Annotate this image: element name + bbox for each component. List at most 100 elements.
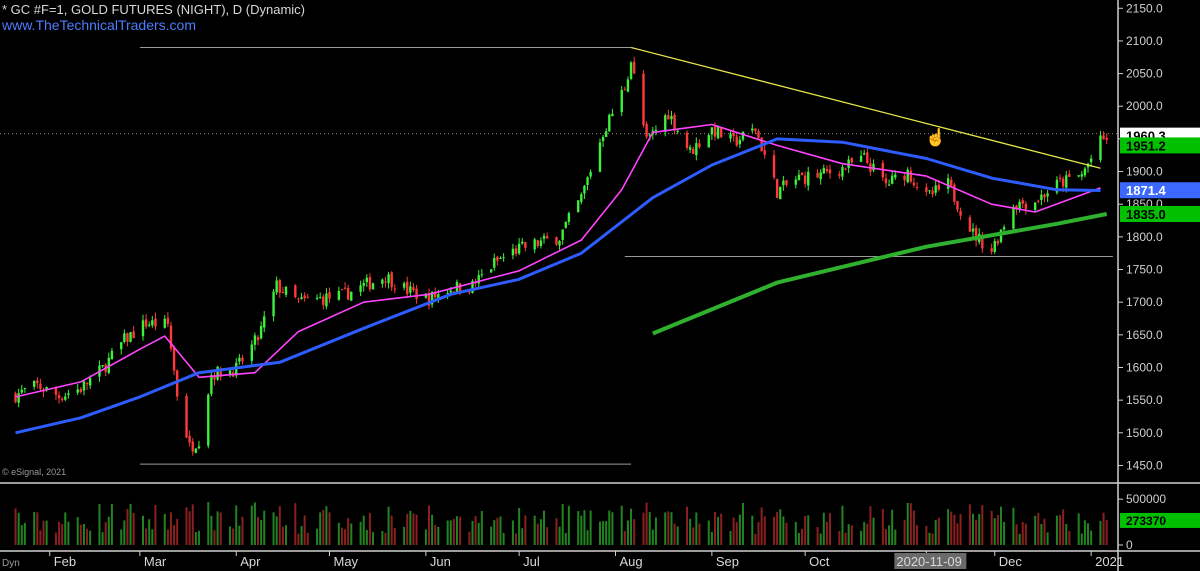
volume-bar <box>499 516 502 545</box>
candle-body <box>729 133 732 139</box>
candle-body <box>925 187 928 192</box>
candle-body <box>779 186 782 200</box>
volume-tick-label: 500000 <box>1126 492 1166 506</box>
volume-bar <box>713 511 716 545</box>
volume-bar <box>387 506 390 545</box>
volume-bar <box>284 525 287 545</box>
volume-bar <box>449 520 452 545</box>
volume-bar <box>431 514 434 545</box>
volume-bar <box>459 516 462 545</box>
volume-bar <box>972 513 975 545</box>
candle-body <box>1012 206 1015 229</box>
candle-body <box>343 287 347 289</box>
candle-body <box>402 283 406 288</box>
candle-body <box>194 448 198 453</box>
price-tick-label: 1500.0 <box>1126 426 1163 440</box>
volume-bar <box>166 529 169 545</box>
volume-bar <box>654 517 657 545</box>
candle-body <box>514 248 518 254</box>
volume-bar <box>1099 520 1102 545</box>
volume-bar <box>257 517 260 545</box>
candle-body <box>626 79 630 92</box>
candle-body <box>502 257 505 259</box>
volume-bar <box>446 520 449 545</box>
volume-bar <box>838 530 841 545</box>
hand-pointer-icon: ☝ <box>925 128 947 147</box>
volume-bar <box>903 519 906 545</box>
candle-body <box>275 280 278 293</box>
volume-bar <box>197 530 200 545</box>
candle-body <box>123 333 126 342</box>
candle-body <box>322 296 325 305</box>
price-tick-label: 2000.0 <box>1126 99 1163 113</box>
candle-body <box>197 446 201 449</box>
candle-body <box>558 240 561 246</box>
volume-bar <box>623 531 626 545</box>
volume-bar <box>169 512 172 545</box>
candle-body <box>667 115 670 120</box>
volume-bar <box>350 523 353 545</box>
candle-body <box>1077 175 1080 177</box>
candle-body <box>890 175 894 184</box>
candle-body <box>1083 168 1087 176</box>
candle-body <box>971 228 975 232</box>
candle-body <box>754 128 757 132</box>
volume-bar <box>1105 520 1108 545</box>
volume-bar <box>707 520 710 545</box>
volume-bar <box>602 521 605 545</box>
volume-bar <box>866 523 869 545</box>
volume-bar <box>1043 518 1046 545</box>
price-tick-label: 2100.0 <box>1126 34 1163 48</box>
volume-bar <box>14 508 17 545</box>
volume-bar <box>804 515 807 545</box>
candle-body <box>716 126 720 139</box>
volume-bar <box>698 523 701 545</box>
candle-body <box>1024 203 1028 209</box>
volume-bar <box>1055 515 1058 545</box>
candle-body <box>39 383 42 390</box>
volume-bar <box>23 522 26 545</box>
candle-body <box>489 269 493 273</box>
volume-bar <box>272 512 275 545</box>
candle-body <box>151 320 154 326</box>
candle-body <box>1089 158 1093 163</box>
candle-body <box>956 201 959 210</box>
candle-body <box>1002 227 1006 230</box>
volume-bar <box>931 533 934 545</box>
volume-bar <box>33 511 36 545</box>
volume-bar <box>151 529 154 545</box>
volume-bar <box>589 510 592 545</box>
candle-body <box>144 319 148 327</box>
price-chart[interactable]: 2150.02100.02050.02000.01950.01900.01850… <box>0 0 1200 571</box>
candle-body <box>381 279 384 284</box>
volume-bar <box>191 504 194 545</box>
candle-body <box>415 288 418 299</box>
volume-bar <box>797 533 800 545</box>
volume-bar <box>471 520 474 545</box>
volume-bar <box>141 515 144 545</box>
volume-bar <box>297 533 300 545</box>
candle-body <box>256 337 260 341</box>
volume-bar <box>82 523 85 545</box>
price-tick-label: 2050.0 <box>1126 67 1163 81</box>
volume-bar <box>216 511 219 545</box>
candle-body <box>838 174 841 176</box>
volume-bar <box>17 512 20 545</box>
volume-bar <box>564 533 567 545</box>
volume-bar <box>978 513 981 545</box>
candle-body <box>583 185 586 194</box>
volume-bar <box>990 510 993 545</box>
volume-bar <box>1021 522 1024 545</box>
candle-body <box>521 241 524 244</box>
candle-body <box>785 180 788 185</box>
volume-bar <box>872 517 875 545</box>
volume-bar <box>888 525 891 545</box>
price-tick-label: 1800.0 <box>1126 230 1163 244</box>
price-tick-label: 1550.0 <box>1126 393 1163 407</box>
volume-bar <box>642 512 645 545</box>
candle-body <box>620 90 623 113</box>
candle-body <box>318 297 322 299</box>
candle-body <box>36 380 39 384</box>
website-link[interactable]: www.TheTechnicalTraders.com <box>2 17 196 33</box>
candle-body <box>511 248 515 256</box>
